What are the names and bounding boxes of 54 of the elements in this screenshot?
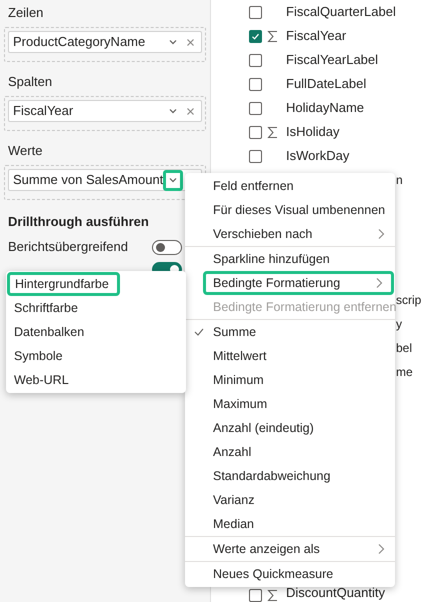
menu-item[interactable]: Varianz bbox=[185, 488, 395, 512]
chevron-down-icon[interactable] bbox=[163, 170, 183, 190]
menu-item[interactable]: Schriftfarbe bbox=[6, 296, 186, 320]
field-label[interactable]: bel bbox=[396, 339, 412, 357]
menu-item[interactable]: Standardabweichung bbox=[185, 464, 395, 488]
field-name: ProductCategoryName bbox=[13, 33, 146, 52]
menu-item[interactable]: Sparkline hinzufügen bbox=[185, 247, 395, 271]
checkbox[interactable] bbox=[249, 78, 262, 90]
checkbox[interactable] bbox=[249, 54, 262, 66]
field-label[interactable]: y bbox=[396, 315, 402, 333]
field-pill[interactable]: FiscalYear bbox=[8, 100, 202, 122]
field-name: FiscalYear bbox=[13, 102, 74, 120]
field-label[interactable]: scrip bbox=[396, 291, 422, 309]
menu-item[interactable]: Bedingte Formatierung bbox=[203, 271, 394, 295]
menu-item[interactable]: Web-URL bbox=[6, 368, 186, 392]
well-label: Spalten bbox=[7, 73, 54, 91]
field-label[interactable]: FiscalQuarterLabel bbox=[286, 2, 396, 22]
checkbox[interactable] bbox=[249, 30, 262, 42]
field-label[interactable]: HolidayName bbox=[286, 98, 364, 118]
field-label[interactable]: FullDateLabel bbox=[286, 74, 366, 94]
menu-item[interactable]: Mittelwert bbox=[185, 344, 395, 368]
checkbox[interactable] bbox=[249, 102, 262, 114]
field-label[interactable]: FiscalYear bbox=[286, 26, 346, 46]
menu-item[interactable]: Verschieben nach bbox=[185, 222, 395, 246]
well-label: Werte bbox=[7, 142, 44, 160]
menu-item[interactable]: Symbole bbox=[6, 344, 186, 368]
field-label[interactable]: IsHoliday bbox=[286, 122, 340, 142]
field-pill[interactable]: ProductCategoryName bbox=[8, 31, 202, 53]
menu-item[interactable]: Summe bbox=[185, 320, 395, 344]
field-label[interactable]: IsWorkDay bbox=[286, 146, 350, 166]
checkmark-icon bbox=[251, 32, 260, 40]
checkbox[interactable] bbox=[249, 6, 262, 18]
field-name: Summe von SalesAmount bbox=[13, 171, 164, 190]
checkbox[interactable] bbox=[249, 126, 262, 138]
field-pill[interactable]: Summe von SalesAmount bbox=[8, 169, 202, 191]
field-label[interactable]: FiscalYearLabel bbox=[286, 50, 378, 70]
menu-item[interactable]: Maximum bbox=[185, 392, 395, 416]
menu-item[interactable]: Werte anzeigen als bbox=[185, 537, 395, 561]
checkbox[interactable] bbox=[249, 589, 262, 602]
checkbox[interactable] bbox=[249, 150, 262, 162]
menu-item[interactable]: Hintergrundfarbe bbox=[7, 272, 120, 296]
menu-item: Bedingte Formatierung entfernen bbox=[212, 298, 395, 316]
well-label: Zeilen bbox=[7, 4, 44, 22]
menu-item[interactable]: Anzahl (eindeutig) bbox=[185, 416, 395, 440]
menu-item[interactable]: Datenbalken bbox=[6, 320, 186, 344]
menu-item[interactable]: Median bbox=[185, 512, 395, 536]
toggle-label: Berichtsübergreifend bbox=[8, 238, 129, 256]
menu-item[interactable]: Anzahl bbox=[185, 440, 395, 464]
field-label[interactable]: n bbox=[396, 171, 403, 189]
menu-item[interactable]: Für dieses Visual umbenennen bbox=[185, 198, 395, 222]
menu-item[interactable]: Minimum bbox=[185, 368, 395, 392]
toggle-switch[interactable] bbox=[152, 240, 182, 254]
field-label[interactable]: me bbox=[396, 363, 413, 381]
section-title: Drillthrough ausführen bbox=[7, 213, 150, 231]
